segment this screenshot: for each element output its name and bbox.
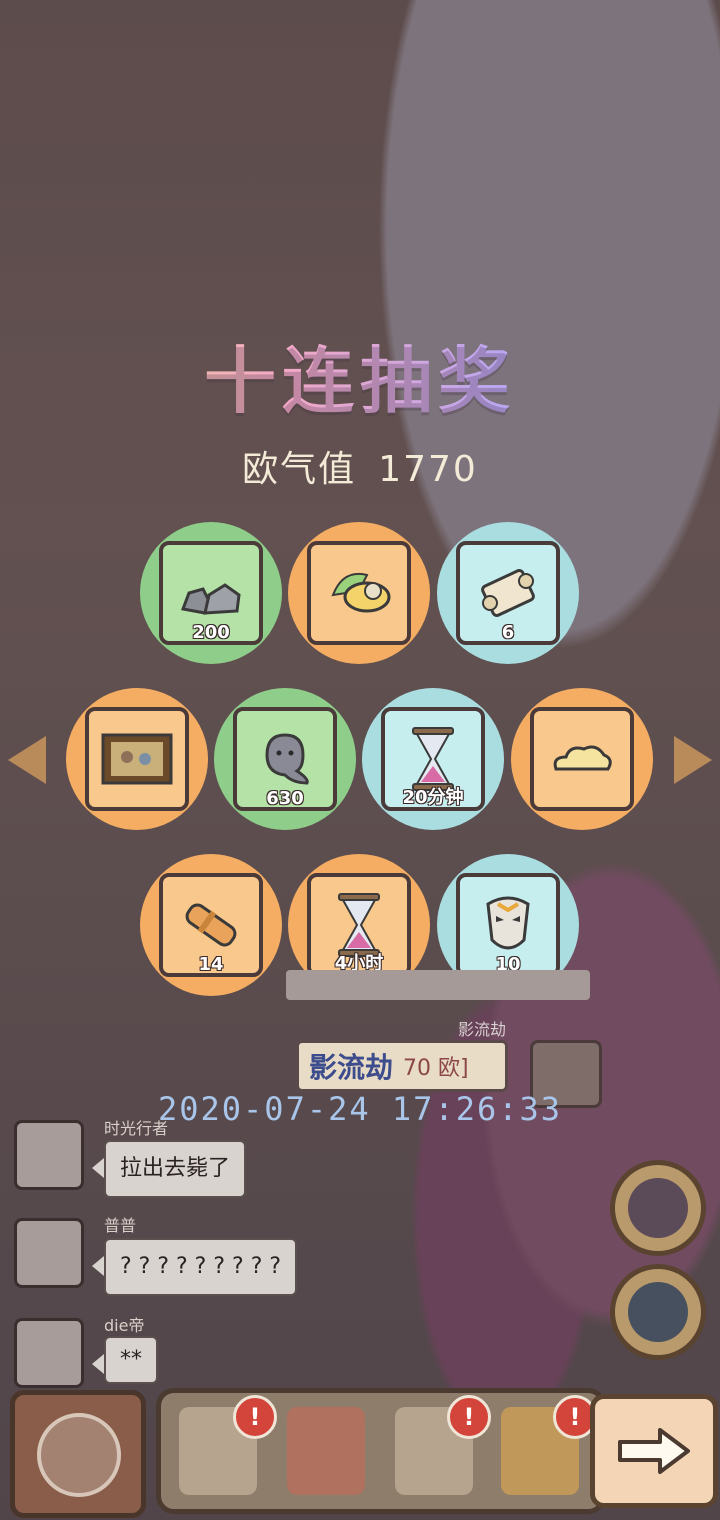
previous-arrow-icon[interactable]	[8, 736, 46, 784]
alert-badge: !	[233, 1395, 277, 1439]
planet-button[interactable]	[610, 1160, 706, 1256]
mask-icon	[486, 896, 530, 950]
reward-slot-3[interactable]: 6	[437, 522, 579, 664]
painting-icon	[101, 733, 173, 785]
reward-card: 200	[159, 541, 263, 645]
speech-bubble-icon	[628, 1282, 688, 1342]
winged-shoe-icon	[331, 573, 391, 613]
avatar[interactable]	[14, 1318, 84, 1388]
reward-card	[85, 707, 189, 811]
reward-quantity: 630	[266, 788, 304, 809]
winner-username: 影流劫	[458, 1020, 507, 1039]
reward-card	[307, 541, 411, 645]
reward-slot-1[interactable]: 200	[140, 522, 282, 664]
dimmed-chat-bubble	[286, 970, 590, 1000]
luck-display: 欧气值 1770	[0, 440, 720, 492]
reward-card: 630	[233, 707, 337, 811]
winner-ou-value: 70 欧]	[403, 1056, 469, 1081]
avatar[interactable]	[14, 1120, 84, 1190]
reward-card: 4小时	[307, 873, 411, 977]
chat-username: 普普	[104, 1216, 137, 1235]
reward-quantity: 14	[198, 954, 224, 975]
reward-slot-6[interactable]: 20分钟	[362, 688, 504, 830]
reward-card: 20分钟	[381, 707, 485, 811]
alert-badge: !	[447, 1395, 491, 1439]
chat-bubble: **	[92, 1336, 158, 1384]
next-arrow-icon[interactable]	[674, 736, 712, 784]
winner-name: 影流劫	[309, 1051, 394, 1084]
crossed-tool-icon	[37, 1413, 121, 1497]
chat-bubble: ? ? ? ? ? ? ? ? ?	[91, 1238, 298, 1296]
reward-slot-2[interactable]	[288, 522, 430, 664]
chat-username: die帝	[104, 1316, 145, 1335]
chat-button[interactable]	[610, 1264, 706, 1360]
luck-value: 1770	[378, 449, 478, 490]
toolbox-icon[interactable]	[287, 1407, 365, 1495]
planet-icon	[628, 1178, 688, 1238]
reward-quantity: 200	[192, 622, 230, 643]
bottom-toolbar: ! ! !	[0, 1380, 720, 1520]
reward-slot-4[interactable]	[66, 688, 208, 830]
blob-icon	[265, 733, 309, 785]
reward-slot-7[interactable]	[511, 688, 653, 830]
menu-tray: ! ! !	[156, 1388, 606, 1514]
reward-slot-8[interactable]: 14	[140, 854, 282, 996]
avatar[interactable]	[14, 1218, 84, 1288]
luck-label: 欧气值	[242, 449, 357, 490]
winner-banner: 影流劫 70 欧]	[296, 1040, 508, 1092]
page-title: 十连抽奖	[0, 322, 720, 427]
right-arrow-icon	[618, 1428, 690, 1474]
cancel-button[interactable]	[10, 1390, 146, 1518]
reward-card: 6	[456, 541, 560, 645]
reward-card: 14	[159, 873, 263, 977]
scroll-icon	[481, 569, 535, 617]
next-button[interactable]	[590, 1394, 718, 1508]
stone-icon	[180, 583, 241, 615]
reward-card: 10	[456, 873, 560, 977]
reward-card	[530, 707, 634, 811]
cloud-icon	[553, 745, 612, 771]
reward-quantity: 6	[501, 622, 515, 643]
cannon-icon	[185, 903, 237, 947]
reward-quantity: 20分钟	[402, 787, 464, 808]
chat-bubble: 拉出去毙了	[91, 1140, 247, 1198]
chat-username: 时光行者	[104, 1119, 169, 1138]
reward-slot-5[interactable]: 630	[214, 688, 356, 830]
